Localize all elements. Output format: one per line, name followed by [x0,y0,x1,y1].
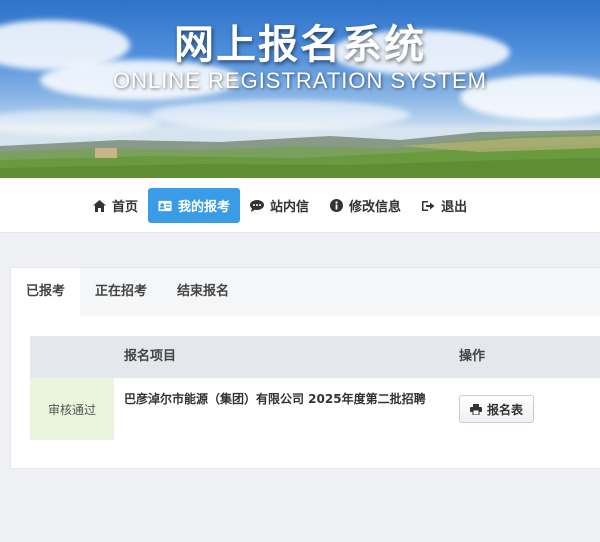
tab-bar: 已报考 正在招考 结束报名 [11,268,600,316]
site-title: 网上报名系统 [174,22,426,68]
tab-applied[interactable]: 已报考 [11,268,81,316]
nav-item-label: 首页 [112,200,139,215]
sign-out-icon [421,199,435,213]
print-form-button[interactable]: 报名表 [459,395,535,423]
print-form-label: 报名表 [487,402,524,417]
print-icon [470,403,482,415]
nav-item-edit-info[interactable]: 修改信息 [319,188,411,223]
applications-panel: 已报考 正在招考 结束报名 报名项目 操作 审核通过 巴彦淖尔市能源（集团）有限… [10,267,600,469]
column-header-action: 操作 [459,349,486,364]
info-icon [329,199,343,213]
tab-recruiting[interactable]: 正在招考 [80,268,162,316]
tab-closed[interactable]: 结束报名 [162,268,244,316]
chat-icon [250,199,265,213]
table-header: 报名项目 操作 [30,336,600,378]
column-header-project: 报名项目 [124,349,177,364]
status-badge: 审核通过 [30,378,114,440]
site-subtitle: ONLINE REGISTRATION SYSTEM [113,68,487,93]
project-name: 巴彦淖尔市能源（集团）有限公司 2025年度第二批招聘 [124,392,426,406]
nav-item-label: 退出 [441,200,468,215]
table-row: 审核通过 巴彦淖尔市能源（集团）有限公司 2025年度第二批招聘 报名表 [30,378,600,440]
nav-item-label: 修改信息 [349,200,402,215]
main-nav: 首页 我的报考 站内信 修改信息 退出 [0,178,600,233]
header-banner: 网上报名系统 ONLINE REGISTRATION SYSTEM [0,0,600,178]
nav-item-logout[interactable]: 退出 [411,188,477,223]
nav-item-label: 我的报考 [178,200,231,215]
nav-item-messages[interactable]: 站内信 [240,188,319,223]
banner-landscape [0,130,600,178]
home-icon [92,199,106,213]
nav-item-home[interactable]: 首页 [82,188,148,223]
nav-item-my-applications[interactable]: 我的报考 [148,188,241,223]
applications-table: 报名项目 操作 审核通过 巴彦淖尔市能源（集团）有限公司 2025年度第二批招聘… [30,336,600,440]
id-card-icon [158,199,172,213]
nav-item-label: 站内信 [270,200,310,215]
